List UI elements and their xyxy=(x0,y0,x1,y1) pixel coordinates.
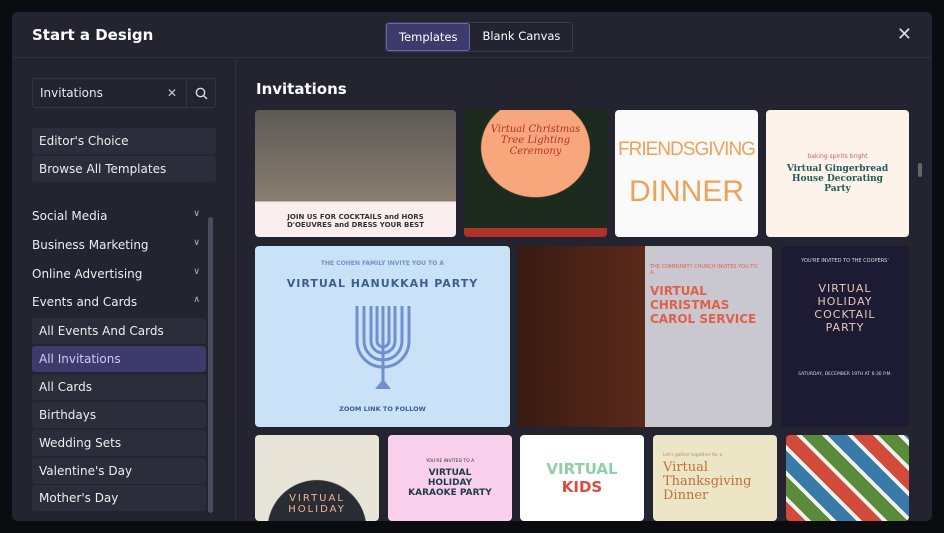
menorah-icon xyxy=(353,301,413,395)
sidebar-scrollbar[interactable] xyxy=(208,217,213,513)
card-text: VIRTUAL HOLIDAY COCKTAIL PARTY xyxy=(814,282,876,334)
category-social-media[interactable]: Social Media ∨ xyxy=(32,209,200,223)
template-card-christmas-tree-lighting[interactable]: Virtual Christmas Tree Lighting Ceremony xyxy=(464,110,607,237)
card-text: VIRTUAL xyxy=(546,460,618,478)
card-text: Let's gather together for a xyxy=(663,453,723,458)
editors-choice-button[interactable]: Editor's Choice xyxy=(32,128,216,154)
template-gallery: Invitations JOIN US FOR COCKTAILS and HO… xyxy=(237,59,932,521)
browse-all-templates-button[interactable]: Browse All Templates xyxy=(32,156,216,182)
card-text: YOU'RE INVITED TO THE COOPERS' xyxy=(801,258,889,264)
search-box: Invitations ✕ xyxy=(32,78,216,108)
card-text: SATURDAY, DECEMBER 19TH AT 6:30 P.M. xyxy=(798,372,892,377)
category-business-marketing[interactable]: Business Marketing ∨ xyxy=(32,238,200,252)
card-text: Virtual Thanksgiving Dinner xyxy=(663,460,752,503)
card-text: VIRTUAL HOLIDAY xyxy=(288,493,346,515)
gallery-title: Invitations xyxy=(256,80,347,98)
modal-title: Start a Design xyxy=(32,26,154,44)
card-text: baking spirits bright xyxy=(807,153,868,160)
card-text: ZOOM LINK TO FOLLOW xyxy=(339,404,426,413)
template-card-holiday-cocktail[interactable]: YOU'RE INVITED TO THE COOPERS' VIRTUAL H… xyxy=(781,246,909,427)
card-text: JOIN US FOR COCKTAILS and HORS D'OEUVRES… xyxy=(287,213,424,229)
template-card-hanukkah[interactable]: THE COHEN FAMILY INVITE YOU TO A VIRTUAL… xyxy=(255,246,510,427)
tab-templates[interactable]: Templates xyxy=(386,23,471,51)
card-text: VIRTUAL HOLIDAY KARAOKE PARTY xyxy=(408,467,492,498)
card-text: KIDS xyxy=(561,478,603,496)
mode-toggle: Templates Blank Canvas xyxy=(385,22,574,52)
category-label: Events and Cards xyxy=(32,295,138,309)
category-label: Business Marketing xyxy=(32,238,149,252)
chevron-down-icon: ∨ xyxy=(193,209,200,219)
card-text: VIRTUAL CHRISTMAS CAROL SERVICE xyxy=(650,284,757,326)
sidebar-item-mothers-day[interactable]: Mother's Day xyxy=(32,485,206,511)
template-card-virtual-holiday[interactable]: VIRTUAL HOLIDAY xyxy=(255,435,379,521)
sidebar-item-all-cards[interactable]: All Cards xyxy=(32,374,206,400)
close-icon[interactable]: ✕ xyxy=(897,24,912,45)
card-text: THE COMMUNITY CHURCH INVITES YOU TO A xyxy=(650,264,758,276)
category-events-and-cards[interactable]: Events and Cards ∧ xyxy=(32,295,200,309)
sidebar-item-all-events-and-cards[interactable]: All Events And Cards xyxy=(32,318,206,344)
template-card-ugly-sweaters[interactable] xyxy=(786,435,909,521)
card-text: Virtual Christmas Tree Lighting Ceremony xyxy=(490,124,581,157)
card-text: DINNER xyxy=(628,174,744,208)
card-text: FRIENDSGIVING xyxy=(618,138,756,160)
sidebar-item-birthdays[interactable]: Birthdays xyxy=(32,402,206,428)
modal-header: Start a Design Templates Blank Canvas ✕ xyxy=(12,12,932,58)
search-input[interactable]: Invitations xyxy=(33,86,158,100)
card-text: THE COHEN FAMILY INVITE YOU TO A xyxy=(320,260,445,267)
tab-blank-canvas[interactable]: Blank Canvas xyxy=(470,23,572,51)
template-card-friendsgiving[interactable]: FRIENDSGIVING DINNER xyxy=(615,110,758,237)
template-card-carol-service[interactable]: THE COMMUNITY CHURCH INVITES YOU TO A VI… xyxy=(518,246,772,427)
category-label: Social Media xyxy=(32,209,108,223)
card-text: VIRTUAL HANUKKAH PARTY xyxy=(286,277,479,291)
chevron-down-icon: ∨ xyxy=(193,238,200,248)
template-card-thanksgiving[interactable]: Let's gather together for a Virtual Than… xyxy=(653,435,777,521)
search-icon[interactable] xyxy=(186,79,215,107)
sidebar-item-all-invitations[interactable]: All Invitations xyxy=(32,346,206,372)
chevron-up-icon: ∧ xyxy=(193,295,200,305)
card-text: Virtual Gingerbread House Decorating Par… xyxy=(786,164,889,194)
template-card-cocktails[interactable]: JOIN US FOR COCKTAILS and HORS D'OEUVRES… xyxy=(255,110,456,237)
gallery-scrollbar[interactable] xyxy=(918,163,922,177)
category-label: Online Advertising xyxy=(32,267,143,281)
template-card-karaoke[interactable]: YOU'RE INVITED TO A VIRTUAL HOLIDAY KARA… xyxy=(388,435,512,521)
sidebar-item-wedding-sets[interactable]: Wedding Sets xyxy=(32,430,206,456)
clear-search-icon[interactable]: ✕ xyxy=(158,86,186,100)
sidebar-item-valentines-day[interactable]: Valentine's Day xyxy=(32,458,206,484)
sidebar: Invitations ✕ Editor's Choice Browse All… xyxy=(12,59,236,521)
card-text: YOU'RE INVITED TO A xyxy=(425,458,475,464)
category-online-advertising[interactable]: Online Advertising ∨ xyxy=(32,267,200,281)
template-card-kids-holiday[interactable]: VIRTUAL KIDS xyxy=(520,435,644,521)
chevron-down-icon: ∨ xyxy=(193,267,200,277)
template-card-gingerbread[interactable]: baking spirits bright Virtual Gingerbrea… xyxy=(766,110,909,237)
start-design-modal: Start a Design Templates Blank Canvas ✕ … xyxy=(12,12,932,521)
